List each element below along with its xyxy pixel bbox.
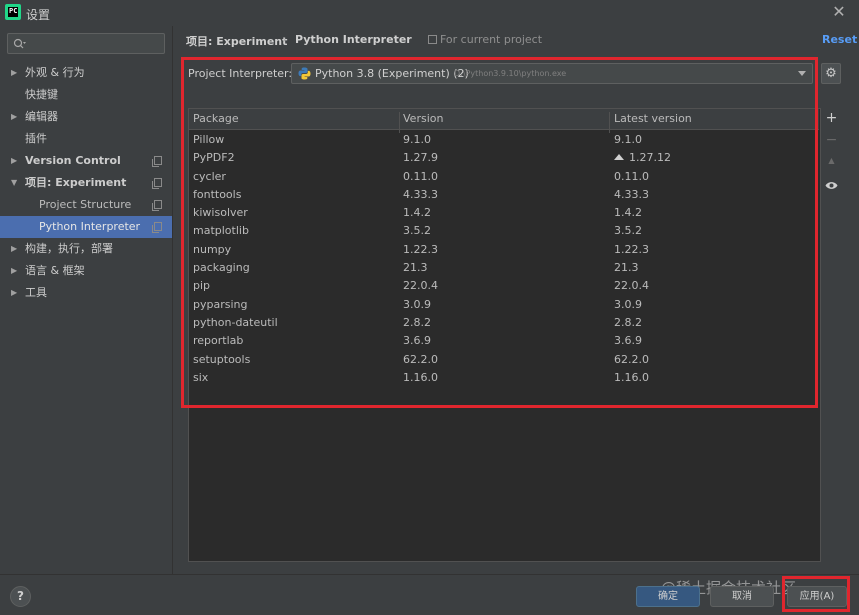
sidebar-item-label: Version Control (25, 154, 121, 167)
sidebar-item[interactable]: ▼ 项目: Experiment (0, 172, 172, 194)
sidebar-item[interactable]: ▶ 编辑器 (0, 106, 172, 128)
settings-tree: ▶ 外观 & 行为 快捷键 ▶ 编辑器插件 ▶ Version Control ▼ 项目: Ex… (0, 62, 172, 304)
page-header: 项目: Experiment › Python Interpreter For … (173, 26, 859, 56)
reset-link[interactable]: Reset (822, 33, 857, 46)
sidebar-item[interactable]: ▶ 构建，执行，部署 (0, 238, 172, 260)
sidebar-item[interactable]: Python Interpreter (0, 216, 172, 238)
sidebar-item[interactable]: 插件 (0, 128, 172, 150)
project-scope-icon (152, 222, 162, 233)
close-icon[interactable]: ✕ (829, 2, 849, 22)
breadcrumb-separator: › (282, 33, 287, 46)
chevron-right-icon[interactable]: ▶ (11, 150, 17, 172)
remove-package-button[interactable]: − (821, 132, 842, 148)
sidebar-item[interactable]: ▶ Version Control (0, 150, 172, 172)
project-scope-icon (152, 200, 162, 211)
sidebar-item-label: Project Structure (39, 198, 132, 211)
dialog-footer: ? @稀土掘金技术社区 确定 取消 应用(A) (0, 574, 859, 615)
sidebar-item-label: Python Interpreter (39, 220, 141, 233)
upgrade-package-button[interactable]: ▲ (821, 156, 842, 165)
sidebar-item-label: 工具 (25, 286, 47, 299)
highlight-box-packages (181, 57, 818, 408)
chevron-right-icon[interactable]: ▶ (11, 260, 17, 282)
interpreter-settings-button[interactable]: ⚙ (821, 63, 841, 84)
window-title: 设置 (26, 8, 51, 22)
sidebar-item-label: 构建，执行，部署 (25, 242, 113, 255)
sidebar-item[interactable]: ▶ 外观 & 行为 (0, 62, 172, 84)
project-scope-icon (428, 35, 437, 44)
chevron-right-icon[interactable]: ▶ (11, 62, 17, 84)
sidebar-item[interactable]: ▶ 工具 (0, 282, 172, 304)
package-toolbar: + − ▲ (820, 108, 841, 562)
breadcrumb-page: Python Interpreter (295, 33, 412, 46)
sidebar-item-label: 编辑器 (25, 110, 58, 123)
project-scope-icon (152, 156, 162, 167)
settings-sidebar: ▶ 外观 & 行为 快捷键 ▶ 编辑器插件 ▶ Version Control ▼ 项目: Ex… (0, 26, 172, 574)
gear-icon: ⚙ (825, 66, 837, 81)
chevron-right-icon[interactable]: ▶ (11, 106, 17, 128)
pycharm-logo-icon: PC (5, 4, 21, 20)
eye-icon (825, 182, 838, 189)
title-bar: PC 设置 ✕ (0, 0, 859, 26)
chevron-right-icon[interactable]: ▶ (11, 238, 17, 260)
cancel-button[interactable]: 取消 (710, 586, 774, 607)
sidebar-item-label: 语言 & 框架 (25, 264, 85, 277)
sidebar-item-label: 外观 & 行为 (25, 66, 85, 79)
sidebar-item-label: 项目: Experiment (25, 176, 127, 189)
sidebar-item[interactable]: 快捷键 (0, 84, 172, 106)
chevron-down-icon[interactable]: ▼ (11, 172, 17, 194)
chevron-right-icon[interactable]: ▶ (11, 282, 17, 304)
breadcrumb-project[interactable]: 项目: Experiment (186, 33, 287, 49)
sidebar-item-label: 插件 (25, 132, 47, 145)
highlight-box-apply (782, 576, 850, 612)
sidebar-item-label: 快捷键 (25, 88, 58, 101)
sidebar-item[interactable]: ▶ 语言 & 框架 (0, 260, 172, 282)
sidebar-item[interactable]: Project Structure (0, 194, 172, 216)
show-early-releases-button[interactable] (821, 178, 842, 194)
search-icon (13, 38, 26, 49)
search-input[interactable] (7, 33, 165, 54)
ok-button[interactable]: 确定 (636, 586, 700, 607)
help-button[interactable]: ? (10, 586, 31, 607)
add-package-button[interactable]: + (821, 110, 842, 126)
project-scope-icon (152, 178, 162, 189)
divider (172, 26, 173, 574)
project-scope-label: For current project (440, 33, 543, 46)
